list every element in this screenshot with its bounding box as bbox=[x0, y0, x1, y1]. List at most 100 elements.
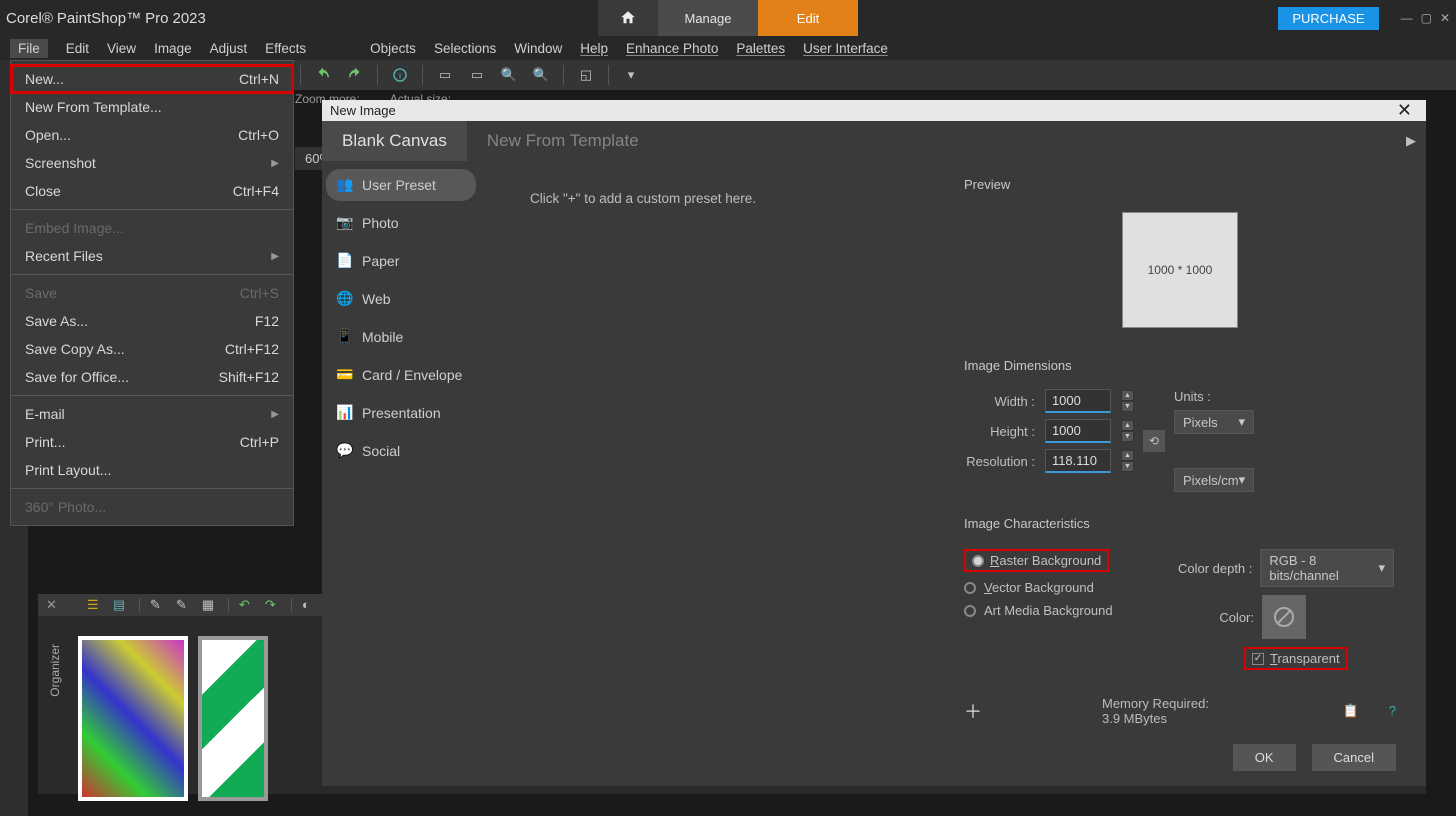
resolution-label: Resolution : bbox=[964, 454, 1035, 469]
copy-icon[interactable]: 📋 bbox=[1343, 703, 1359, 719]
zoom-in-icon[interactable]: 🔍 bbox=[531, 65, 551, 85]
maximize-icon[interactable]: ▢ bbox=[1421, 11, 1432, 25]
menu-label: Open... bbox=[25, 127, 71, 143]
menu-window[interactable]: Window bbox=[514, 41, 562, 56]
color-swatch[interactable] bbox=[1262, 595, 1306, 639]
resolution-input[interactable] bbox=[1045, 449, 1111, 473]
menu-item-save-office[interactable]: Save for Office... Shift+F12 bbox=[11, 363, 293, 391]
resolution-units-select[interactable]: Pixels/cm▾ bbox=[1174, 468, 1254, 492]
settings-panel: Preview 1000 * 1000 Image Dimensions Wid… bbox=[952, 161, 1426, 726]
menu-help[interactable]: Help bbox=[580, 41, 608, 56]
menu-label: Embed Image... bbox=[25, 220, 124, 236]
chevron-right-icon[interactable]: ▶ bbox=[1406, 133, 1426, 149]
menu-selections[interactable]: Selections bbox=[434, 41, 496, 56]
resolution-spinner[interactable]: ▲▼ bbox=[1121, 450, 1134, 472]
preset-mobile[interactable]: 📱 Mobile bbox=[326, 321, 476, 353]
preset-photo[interactable]: 📷 Photo bbox=[326, 207, 476, 239]
undo-icon[interactable] bbox=[313, 65, 333, 85]
width-input[interactable] bbox=[1045, 389, 1111, 413]
menu-item-save-copy[interactable]: Save Copy As... Ctrl+F12 bbox=[11, 335, 293, 363]
preset-social[interactable]: 💬 Social bbox=[326, 435, 476, 467]
thumbnail[interactable] bbox=[78, 636, 188, 801]
tab-blank-canvas[interactable]: Blank Canvas bbox=[322, 121, 467, 161]
user-icon: 👥 bbox=[336, 176, 354, 194]
app-year: 2023 bbox=[173, 10, 206, 27]
help-icon[interactable]: ? bbox=[1389, 703, 1396, 719]
tab-edit[interactable]: Edit bbox=[758, 0, 858, 36]
menu-image[interactable]: Image bbox=[154, 41, 192, 56]
menu-item-new-template[interactable]: New From Template... bbox=[11, 93, 293, 121]
add-preset-icon[interactable]: ＋ bbox=[964, 698, 982, 724]
minimize-icon[interactable]: — bbox=[1401, 11, 1413, 25]
tool-icon[interactable]: ✎ bbox=[150, 597, 166, 613]
tool-icon[interactable]: ◐ bbox=[302, 597, 318, 613]
chevron-right-icon: ▶ bbox=[271, 409, 279, 420]
menu-label: Print Layout... bbox=[25, 462, 111, 478]
menu-item-print[interactable]: Print... Ctrl+P bbox=[11, 428, 293, 456]
menu-item-screenshot[interactable]: Screenshot ▶ bbox=[11, 149, 293, 177]
dialog-close-icon[interactable]: ✕ bbox=[1391, 100, 1418, 121]
app-name: PaintShop bbox=[57, 10, 126, 27]
height-input[interactable] bbox=[1045, 419, 1111, 443]
menu-accel: Ctrl+S bbox=[240, 285, 279, 301]
close-icon[interactable]: ✕ bbox=[46, 597, 57, 613]
fit-window-icon[interactable]: ▭ bbox=[435, 65, 455, 85]
raster-radio-group[interactable]: Raster Background bbox=[964, 549, 1109, 572]
color-depth-select[interactable]: RGB - 8 bits/channel▾ bbox=[1260, 549, 1394, 587]
preset-paper[interactable]: 📄 Paper bbox=[326, 245, 476, 277]
menu-palettes[interactable]: Palettes bbox=[736, 41, 785, 56]
menu-file[interactable]: File bbox=[10, 39, 48, 58]
transparent-checkbox-group[interactable]: ✓ Transparent bbox=[1244, 647, 1348, 670]
preset-user[interactable]: 👥 User Preset bbox=[326, 169, 476, 201]
thumbnail[interactable] bbox=[198, 636, 268, 801]
close-icon[interactable]: ✕ bbox=[1440, 11, 1450, 25]
preset-label: Web bbox=[362, 291, 391, 307]
width-spinner[interactable]: ▲▼ bbox=[1121, 390, 1134, 412]
more-icon[interactable]: ▾ bbox=[621, 65, 641, 85]
menu-effects[interactable]: Effects bbox=[265, 41, 306, 56]
menu-enhance[interactable]: Enhance Photo bbox=[626, 41, 718, 56]
tab-manage[interactable]: Manage bbox=[658, 0, 758, 36]
link-aspect-icon[interactable]: ⟲ bbox=[1143, 430, 1165, 452]
home-button[interactable] bbox=[598, 0, 658, 36]
fit-screen-icon[interactable]: ▭ bbox=[467, 65, 487, 85]
menu-item-print-layout[interactable]: Print Layout... bbox=[11, 456, 293, 484]
menu-item-save-as[interactable]: Save As... F12 bbox=[11, 307, 293, 335]
tool-icon[interactable]: ▦ bbox=[202, 597, 218, 613]
preset-card[interactable]: 💳 Card / Envelope bbox=[326, 359, 476, 391]
menu-edit[interactable]: Edit bbox=[66, 41, 89, 56]
grid-icon[interactable]: ▤ bbox=[113, 597, 129, 613]
units-select[interactable]: Pixels▾ bbox=[1174, 410, 1254, 434]
menu-item-close[interactable]: Close Ctrl+F4 bbox=[11, 177, 293, 205]
menu-accel: Shift+F12 bbox=[219, 369, 279, 385]
menu-item-open[interactable]: Open... Ctrl+O bbox=[11, 121, 293, 149]
tab-new-from-template[interactable]: New From Template bbox=[467, 121, 659, 161]
menu-item-recent[interactable]: Recent Files ▶ bbox=[11, 242, 293, 270]
art-media-radio[interactable]: Art Media Background bbox=[964, 603, 1174, 618]
menu-view[interactable]: View bbox=[107, 41, 136, 56]
redo-icon[interactable]: ↷ bbox=[265, 597, 281, 613]
zoom-out-icon[interactable]: 🔍 bbox=[499, 65, 519, 85]
chevron-right-icon: ▶ bbox=[271, 251, 279, 262]
menu-adjust[interactable]: Adjust bbox=[210, 41, 248, 56]
menu-ui[interactable]: User Interface bbox=[803, 41, 888, 56]
crop-icon[interactable]: ◱ bbox=[576, 65, 596, 85]
menu-label: New From Template... bbox=[25, 99, 162, 115]
preset-web[interactable]: 🌐 Web bbox=[326, 283, 476, 315]
characteristics-heading: Image Characteristics bbox=[964, 516, 1396, 531]
menu-objects[interactable]: Objects bbox=[370, 41, 416, 56]
cancel-button[interactable]: Cancel bbox=[1312, 744, 1396, 771]
ok-button[interactable]: OK bbox=[1233, 744, 1296, 771]
purchase-button[interactable]: PURCHASE bbox=[1278, 7, 1378, 30]
tool-icon[interactable]: ✎ bbox=[176, 597, 192, 613]
preset-presentation[interactable]: 📊 Presentation bbox=[326, 397, 476, 429]
height-spinner[interactable]: ▲▼ bbox=[1121, 420, 1134, 442]
menu-item-new[interactable]: New... Ctrl+N bbox=[11, 65, 293, 93]
info-icon[interactable]: i bbox=[390, 65, 410, 85]
undo-icon[interactable]: ↶ bbox=[239, 597, 255, 613]
menu-item-email[interactable]: E-mail ▶ bbox=[11, 400, 293, 428]
dialog-titlebar[interactable]: New Image ✕ bbox=[322, 100, 1426, 121]
list-icon[interactable]: ☰ bbox=[87, 597, 103, 613]
vector-radio[interactable]: Vector Background bbox=[964, 580, 1174, 595]
redo-icon[interactable] bbox=[345, 65, 365, 85]
